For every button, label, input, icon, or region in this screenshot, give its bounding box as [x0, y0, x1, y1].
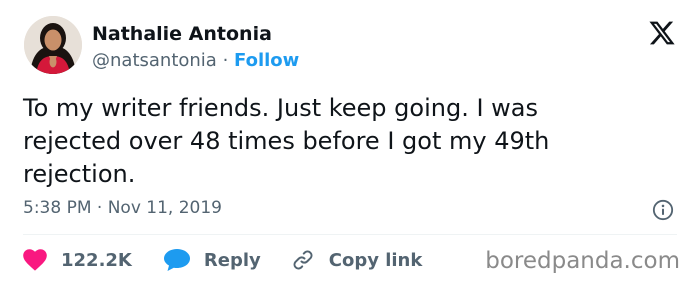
- speech-bubble-icon: [163, 249, 190, 271]
- avatar[interactable]: [24, 16, 82, 74]
- display-name[interactable]: Nathalie Antonia: [92, 22, 299, 46]
- copy-link-label: Copy link: [328, 249, 423, 271]
- action-bar: 122.2K Reply Copy link: [23, 245, 422, 275]
- separator-dot: ·: [222, 50, 229, 71]
- heart-icon: [23, 249, 47, 271]
- follow-button[interactable]: Follow: [234, 50, 299, 71]
- copy-link-button[interactable]: Copy link: [291, 248, 423, 272]
- info-icon[interactable]: [652, 199, 674, 221]
- avatar-photo: [24, 16, 82, 74]
- author-info: Nathalie Antonia @natsantonia · Follow: [92, 22, 299, 73]
- reply-button[interactable]: Reply: [163, 249, 261, 271]
- link-icon: [293, 250, 313, 270]
- handle[interactable]: @natsantonia: [92, 50, 217, 71]
- watermark: boredpanda.com: [485, 248, 680, 274]
- tweet-text: To my writer friends. Just keep going. I…: [23, 94, 550, 188]
- handle-line: @natsantonia · Follow: [92, 49, 299, 73]
- x-logo-icon[interactable]: [648, 19, 676, 47]
- timestamp[interactable]: 5:38 PM · Nov 11, 2019: [23, 198, 222, 218]
- like-button[interactable]: 122.2K: [23, 249, 132, 271]
- likes-count: 122.2K: [61, 249, 132, 271]
- reply-label: Reply: [203, 249, 261, 271]
- divider: [23, 234, 677, 235]
